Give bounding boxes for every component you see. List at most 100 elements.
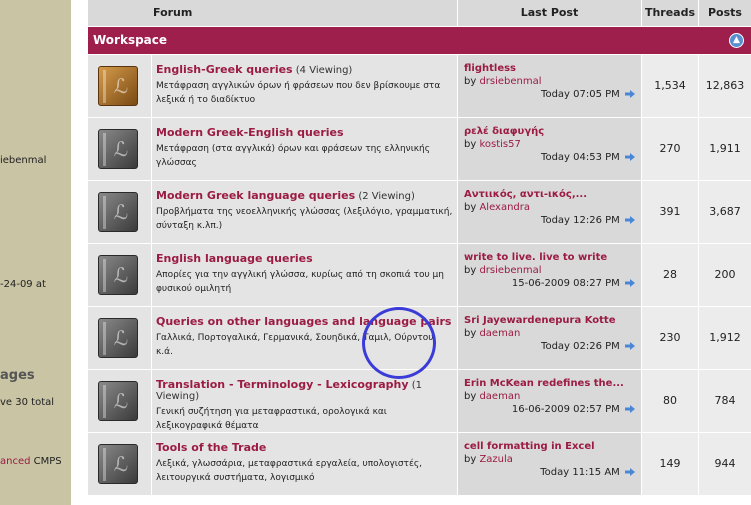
forum-title-link[interactable]: Modern Greek language queries [156,189,355,202]
posts-count: 1,911 [699,118,751,180]
book-glyph: ℒ [113,389,129,413]
category-title[interactable]: Workspace [93,33,167,47]
last-post-author-line: by Zazula [464,454,635,465]
goto-last-post-icon[interactable] [625,342,635,350]
last-post-cell: Erin McKean redefines the... by daeman 1… [458,370,641,432]
last-post-cell: flightless by drsiebenmal Today 07:05 PM [458,55,641,117]
forum-info-cell: Queries on other languages and language … [152,307,457,369]
forum-icon[interactable]: ℒ [98,381,138,421]
last-post-title-link[interactable]: flightless [464,63,635,74]
forum-title-link[interactable]: Translation - Terminology - Lexicography [156,378,409,391]
forum-row: ℒ English-Greek queries (4 Viewing) Μετά… [88,55,751,117]
posts-count: 200 [699,244,751,306]
forum-title-link[interactable]: Queries on other languages and language … [156,315,451,328]
last-post-by-label: by [464,454,477,465]
forum-row: ℒ Tools of the Trade Λεξικά, γλωσσάρια, … [88,433,751,495]
last-post-by-label: by [464,139,477,150]
column-header-threads: Threads [642,0,698,26]
last-post-author-line: by drsiebenmal [464,265,635,276]
forum-title-line: English language queries [156,252,453,265]
forum-description: Προβλήματα της νεοελληνικής γλώσσας (λεξ… [156,207,453,231]
last-post-time-line: 16-06-2009 02:57 PM [464,404,635,415]
forum-icon-cell: ℒ [88,370,151,432]
last-post-cell: ρελέ διαφυγής by kostis57 Today 04:53 PM [458,118,641,180]
forum-icon[interactable]: ℒ [98,192,138,232]
threads-count: 1,534 [642,55,698,117]
forum-info-cell: Translation - Terminology - Lexicography… [152,370,457,432]
forum-info-cell: Tools of the Trade Λεξικά, γλωσσάρια, με… [152,433,457,495]
last-post-time: Today 11:15 AM [540,467,620,478]
last-post-cell: cell formatting in Excel by Zazula Today… [458,433,641,495]
forum-title-link[interactable]: Tools of the Trade [156,441,266,454]
forum-icon[interactable]: ℒ [98,255,138,295]
last-post-title-link[interactable]: cell formatting in Excel [464,441,635,452]
forum-description: Απορίες για την αγγλική γλώσσα, κυρίως α… [156,270,444,294]
last-post-user-link[interactable]: kostis57 [479,139,520,150]
sidebar-date-fragment: -24-09 at [0,279,46,290]
threads-count: 28 [642,244,698,306]
forum-title-link[interactable]: English-Greek queries [156,63,293,76]
sidebar-total-fragment: ve 30 total [0,397,55,408]
forum-icon[interactable]: ℒ [98,318,138,358]
last-post-user-link[interactable]: daeman [479,328,520,339]
goto-last-post-icon[interactable] [625,90,635,98]
forum-row: ℒ English language queries Απορίες για τ… [88,244,751,306]
goto-last-post-icon[interactable] [625,279,635,287]
forum-info-cell: Modern Greek language queries (2 Viewing… [152,181,457,243]
forum-title-line: Translation - Terminology - Lexicography… [156,378,453,402]
forum-icon-cell: ℒ [88,55,151,117]
forum-viewing-count: (2 Viewing) [358,191,415,202]
last-post-by-label: by [464,328,477,339]
last-post-author-line: by drsiebenmal [464,76,635,87]
book-glyph: ℒ [113,200,129,224]
forum-icon[interactable]: ℒ [98,444,138,484]
last-post-title-link[interactable]: Αντιικός, αντι-ικός,... [464,189,635,200]
last-post-title-link[interactable]: Sri Jayewardenepura Kotte [464,315,635,326]
forum-description: Γενική συζήτηση για μεταφραστικά, ορολογ… [156,407,387,431]
sidebar-link[interactable]: anced [0,456,30,467]
forum-icon-cell: ℒ [88,181,151,243]
sidebar-link-row: anced CMPS [0,456,62,467]
forum-info-cell: Modern Greek-English queries Μετάφραση (… [152,118,457,180]
posts-count: 1,912 [699,307,751,369]
last-post-time-line: Today 12:26 PM [464,215,635,226]
forum-new-posts-icon[interactable]: ℒ [98,66,138,106]
collapse-up-icon[interactable]: ▲ [729,33,744,48]
last-post-title-link[interactable]: ρελέ διαφυγής [464,126,635,137]
threads-count: 149 [642,433,698,495]
threads-count: 270 [642,118,698,180]
last-post-by-label: by [464,265,477,276]
forum-icon[interactable]: ℒ [98,129,138,169]
forum-title-link[interactable]: English language queries [156,252,313,265]
last-post-title-link[interactable]: write to live. live to write [464,252,635,263]
goto-last-post-icon[interactable] [625,216,635,224]
goto-last-post-icon[interactable] [625,153,635,161]
book-glyph: ℒ [113,452,129,476]
last-post-time: Today 07:05 PM [541,89,620,100]
left-sidebar: iebenmal -24-09 at ages ve 30 total ance… [0,0,71,505]
forum-title-line: Modern Greek language queries (2 Viewing… [156,189,453,202]
forum-icon-cell: ℒ [88,433,151,495]
forum-title-line: English-Greek queries (4 Viewing) [156,63,453,76]
forum-row: ℒ Queries on other languages and languag… [88,307,751,369]
last-post-by-label: by [464,202,477,213]
forum-info-cell: English-Greek queries (4 Viewing) Μετάφρ… [152,55,457,117]
posts-count: 12,863 [699,55,751,117]
goto-last-post-icon[interactable] [625,468,635,476]
last-post-title-link[interactable]: Erin McKean redefines the... [464,378,635,389]
forum-title-line: Modern Greek-English queries [156,126,453,139]
goto-last-post-icon[interactable] [625,405,635,413]
last-post-user-link[interactable]: drsiebenmal [479,76,541,87]
last-post-user-link[interactable]: Alexandra [479,202,530,213]
forum-icon-cell: ℒ [88,244,151,306]
last-post-user-link[interactable]: daeman [479,391,520,402]
threads-count: 230 [642,307,698,369]
category-header: Workspace ▲ [88,27,751,54]
column-header-forum: Forum [88,0,457,26]
last-post-user-link[interactable]: Zazula [479,454,512,465]
sidebar-user-fragment[interactable]: iebenmal [0,155,46,166]
last-post-user-link[interactable]: drsiebenmal [479,265,541,276]
posts-count: 944 [699,433,751,495]
last-post-time-line: Today 07:05 PM [464,89,635,100]
forum-title-link[interactable]: Modern Greek-English queries [156,126,344,139]
